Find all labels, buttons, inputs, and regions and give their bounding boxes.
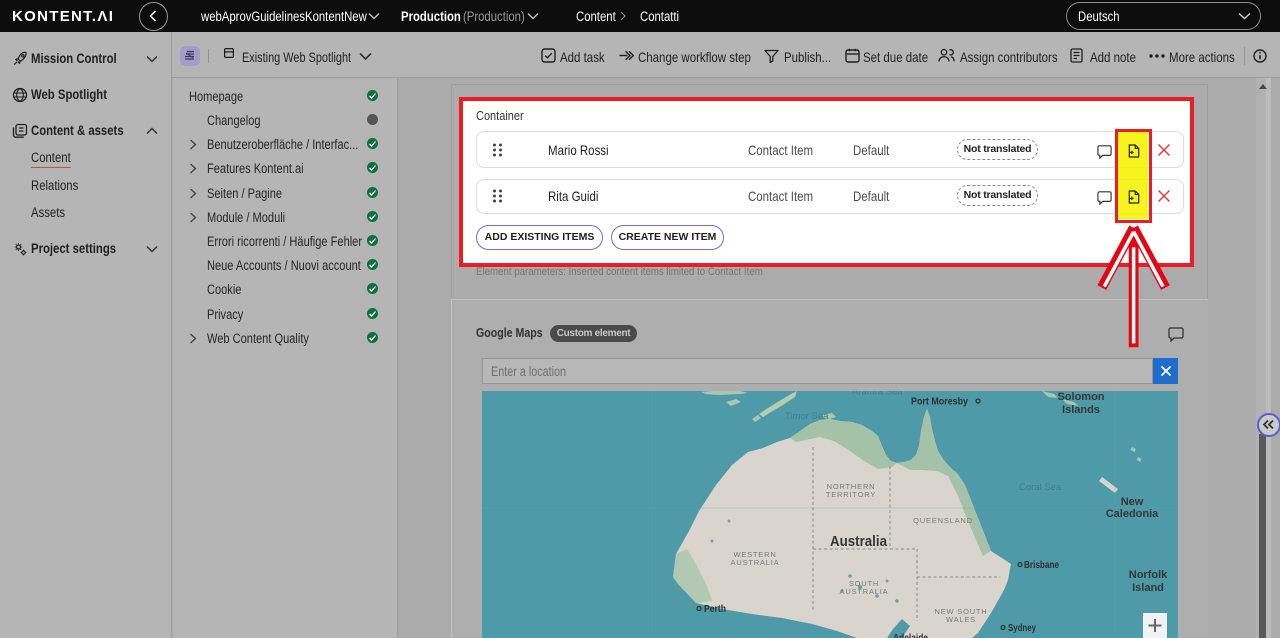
svg-text:Perth: Perth (704, 604, 726, 615)
svg-text:Sydney: Sydney (1008, 623, 1036, 634)
svg-text:Island: Island (1132, 582, 1164, 594)
svg-text:Solomon: Solomon (1057, 391, 1104, 403)
svg-text:AUSTRALIA: AUSTRALIA (731, 558, 780, 567)
svg-text:Islands: Islands (1062, 404, 1100, 416)
svg-text:Port Moresby: Port Moresby (911, 397, 968, 408)
svg-text:Coral Sea: Coral Sea (1019, 482, 1062, 493)
svg-text:QUEENSLAND: QUEENSLAND (913, 516, 973, 525)
svg-text:WALES: WALES (946, 615, 976, 624)
svg-text:Australia: Australia (830, 533, 888, 550)
svg-text:New: New (1121, 496, 1144, 508)
svg-text:Caledonia: Caledonia (1106, 508, 1159, 520)
svg-text:AUSTRALIA: AUSTRALIA (840, 587, 889, 596)
svg-text:Adelaide: Adelaide (893, 633, 928, 638)
svg-text:Arafura Sea: Arafura Sea (852, 391, 903, 398)
svg-text:Brisbane: Brisbane (1024, 560, 1059, 571)
svg-text:Timor Sea: Timor Sea (785, 411, 829, 422)
svg-text:TERRITORY: TERRITORY (826, 490, 876, 499)
svg-text:Norfolk: Norfolk (1129, 569, 1168, 581)
